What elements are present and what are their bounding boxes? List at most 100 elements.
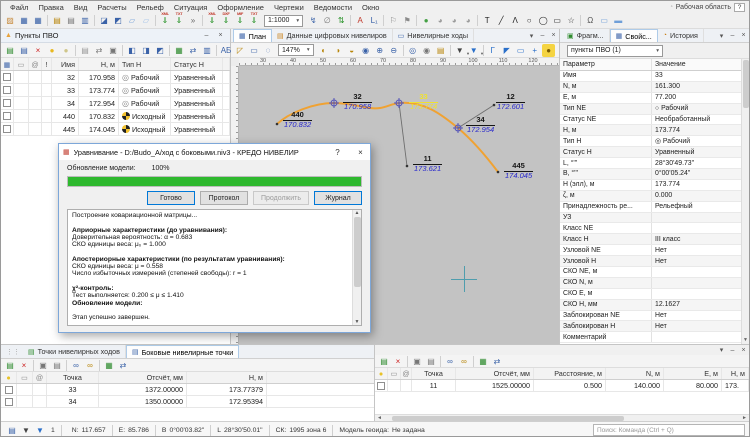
menu-файл[interactable]: Файл: [5, 3, 33, 12]
note-icon[interactable]: ▤: [79, 44, 92, 57]
row-checkbox[interactable]: [3, 99, 11, 107]
sphere-green-icon[interactable]: ●: [420, 14, 433, 27]
dialog-help-button[interactable]: ?: [328, 148, 347, 157]
property-row[interactable]: Н, м173.774: [560, 125, 741, 136]
properties-minimize-button[interactable]: –: [727, 32, 738, 39]
scrollbar-thumb[interactable]: [354, 217, 361, 287]
scroll-left-icon[interactable]: ◄: [375, 415, 384, 421]
l1-levels-icon[interactable]: L₁: [368, 14, 381, 27]
bottom-tab-0[interactable]: ▤Точки нивелирных ходов: [23, 345, 126, 358]
property-row[interactable]: Имя33: [560, 71, 741, 82]
detail-minimize-button[interactable]: –: [727, 347, 738, 354]
recalc-icon[interactable]: ↯: [307, 14, 320, 27]
table-edit-icon[interactable]: ▦: [173, 44, 186, 57]
plan-point-label-32[interactable]: 32170.958: [343, 93, 372, 111]
add-row-icon[interactable]: ▤: [4, 44, 17, 57]
table-row[interactable]: 111525.000000.500140.00080.000173.: [375, 380, 749, 392]
pan-hand-2-icon[interactable]: ◑: [331, 44, 344, 57]
point-names-icon[interactable]: A: [354, 14, 367, 27]
add-row-icon[interactable]: ▤: [4, 359, 17, 372]
log-scrollbar[interactable]: ▲ ▼: [352, 210, 361, 325]
scroll-down-icon[interactable]: ▼: [355, 319, 360, 325]
table-row[interactable]: 341350.00000172.95394: [1, 396, 374, 408]
detail-menu-button[interactable]: ▾: [716, 346, 727, 354]
find-icon[interactable]: ∞: [444, 355, 457, 368]
copy-icon[interactable]: ▣: [37, 359, 50, 372]
paste-icon[interactable]: ▤: [51, 359, 64, 372]
star-tool-icon[interactable]: ☆: [565, 14, 578, 27]
plan-point-label-440[interactable]: 440170.832: [283, 111, 312, 129]
rename-icon[interactable]: АБ: [220, 44, 233, 57]
find-icon[interactable]: ∞: [70, 359, 83, 372]
filter-elements-icon[interactable]: ▼▾: [453, 44, 466, 57]
cross-snap-icon[interactable]: +: [528, 44, 541, 57]
delete-row-icon[interactable]: ×: [392, 355, 405, 368]
scroll-up-icon[interactable]: ▲: [355, 210, 360, 216]
row-checkbox[interactable]: [377, 382, 385, 390]
import-settings-icon[interactable]: ▤: [51, 14, 64, 27]
row-checkbox[interactable]: [5, 398, 13, 406]
menu-расчеты[interactable]: Расчеты: [92, 3, 131, 12]
find-area-icon[interactable]: ◉: [420, 44, 433, 57]
table-row[interactable]: 33173.774◎РабочийУравненный: [1, 84, 230, 97]
filter-elements-icon[interactable]: ▼: [20, 424, 33, 437]
property-row[interactable]: L, °'"28°30'49.73": [560, 158, 741, 169]
property-row[interactable]: СКО Н, мм12.1627: [560, 300, 741, 311]
find-next-icon[interactable]: ∞: [458, 355, 471, 368]
zoom-out-icon[interactable]: ⊖: [387, 44, 400, 57]
menu-правка[interactable]: Правка: [33, 3, 68, 12]
copy-icon[interactable]: ▣: [411, 355, 424, 368]
plan-point-label-33[interactable]: 33173.774: [409, 93, 438, 111]
invert-selection-icon[interactable]: ◩: [154, 44, 167, 57]
zoom-combo[interactable]: 147% ▾: [278, 44, 314, 56]
property-row[interactable]: СКО N, м: [560, 278, 741, 289]
property-row[interactable]: Узловой ННет: [560, 256, 741, 267]
filter-layers-icon[interactable]: ▼: [34, 424, 47, 437]
zoom-window-icon[interactable]: ▭: [248, 44, 261, 57]
paste-icon[interactable]: ▤: [425, 355, 438, 368]
property-row[interactable]: Заблокирован NEНет: [560, 311, 741, 322]
command-search-input[interactable]: [593, 424, 745, 436]
property-row[interactable]: Н (элл), м173.774: [560, 180, 741, 191]
flag-outline-icon[interactable]: ⚐: [387, 14, 400, 27]
pan-mode-icon[interactable]: ◸: [234, 44, 247, 57]
find-point-icon[interactable]: ◎: [406, 44, 419, 57]
properties-close-button[interactable]: ×: [738, 32, 749, 39]
layers-icon[interactable]: ▤: [6, 424, 19, 437]
property-row[interactable]: ζ, м0.000: [560, 191, 741, 202]
plan-point-label-445[interactable]: 445174.045: [504, 162, 533, 180]
help-button[interactable]: ?: [734, 3, 745, 12]
table-view-icon[interactable]: ▦: [477, 355, 490, 368]
zoom-free-icon[interactable]: ◌: [262, 44, 275, 57]
detail-close-button[interactable]: ×: [738, 347, 749, 354]
plan-point-label-34[interactable]: 34172.954: [466, 116, 495, 134]
insert-row-icon[interactable]: ▤: [18, 44, 31, 57]
save-icon[interactable]: ▦: [18, 14, 31, 27]
circle-tool-icon[interactable]: ◯: [537, 14, 550, 27]
import-raster-icon[interactable]: ▱: [126, 14, 139, 27]
cursor-snap-icon[interactable]: ◤: [500, 44, 513, 57]
table-view-icon[interactable]: ▦: [103, 359, 116, 372]
properties-tab-0[interactable]: ▣Фрагм...: [562, 29, 610, 42]
plan-tab-1[interactable]: ▤Данные цифровых нивелиров: [272, 29, 393, 42]
save-all-icon[interactable]: ▦: [32, 14, 45, 27]
property-row[interactable]: Статус NEНеобработанный: [560, 115, 741, 126]
property-row[interactable]: СКО E, м: [560, 289, 741, 300]
property-row[interactable]: Тип Н◎ Рабочий: [560, 136, 741, 147]
lock-icon[interactable]: ●: [542, 44, 555, 57]
workspace-label[interactable]: Рабочая область: [676, 4, 731, 11]
plan-minimize-button[interactable]: –: [537, 32, 548, 39]
sphere-gray-3-icon[interactable]: ◕: [462, 14, 475, 27]
property-row[interactable]: СКО NE, м: [560, 267, 741, 278]
image-filled-icon[interactable]: ▬: [612, 14, 625, 27]
properties-tab-2[interactable]: ◔История: [658, 29, 704, 42]
dialog-button-journal[interactable]: Журнал: [314, 191, 362, 205]
exchange-dxf-icon[interactable]: ⇓DXF: [220, 14, 233, 27]
sphere-gray-1-icon[interactable]: ◕: [434, 14, 447, 27]
property-row[interactable]: Принадлежность ре...Рельефный: [560, 202, 741, 213]
table-row[interactable]: 331372.00000173.77379: [1, 384, 374, 396]
dialog-button-done[interactable]: Готово: [147, 191, 195, 205]
frame-snap-icon[interactable]: ▭: [514, 44, 527, 57]
property-row[interactable]: Класс NE: [560, 223, 741, 234]
scroll-down-icon[interactable]: ▼: [743, 337, 748, 344]
